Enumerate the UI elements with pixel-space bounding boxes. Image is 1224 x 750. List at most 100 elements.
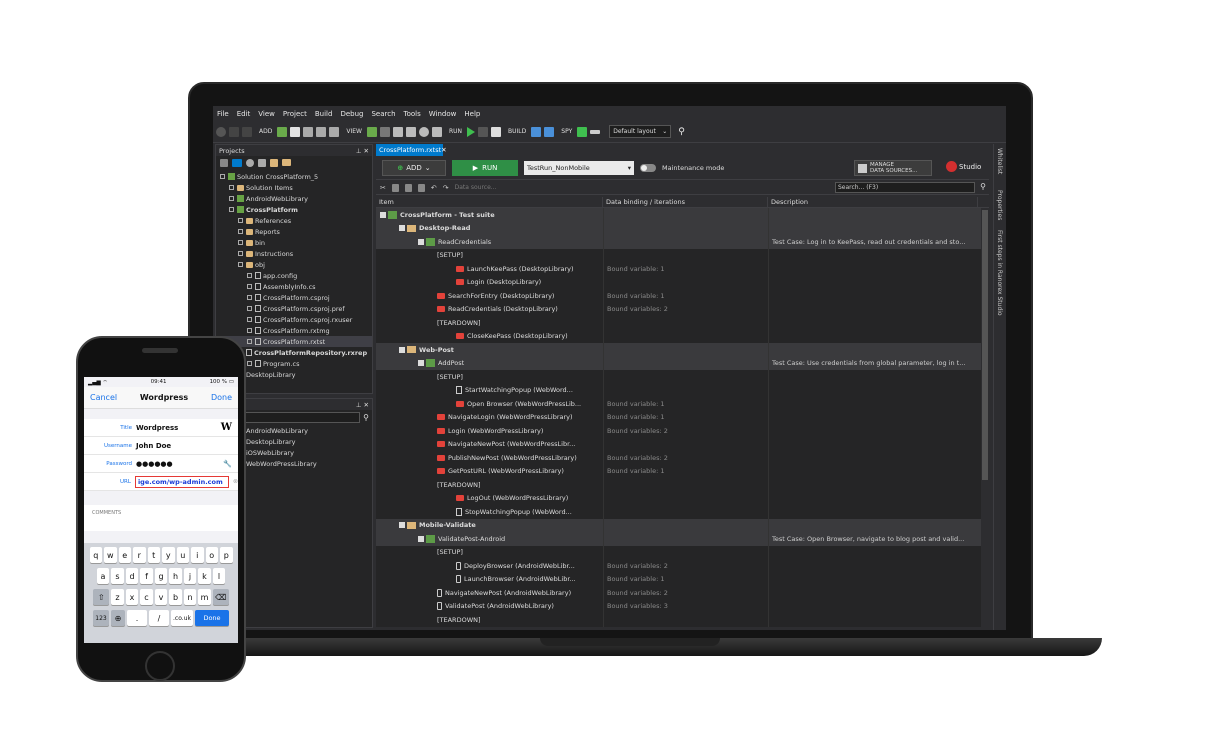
table-row[interactable]: ValidatePost-Android Test Case: Open Brow… — [376, 532, 989, 546]
table-row[interactable]: [SETUP] — [376, 248, 989, 262]
table-row[interactable]: SearchForEntry (DesktopLibrary) Bound var… — [376, 289, 989, 303]
menu-item-build[interactable]: Build — [311, 110, 337, 118]
manage-data-sources-button[interactable]: MANAGE DATA SOURCES... — [854, 160, 932, 176]
search-icon[interactable]: ⚲ — [980, 182, 986, 191]
shield-icon[interactable] — [418, 126, 429, 137]
expand-icon[interactable] — [229, 185, 234, 190]
suite-search-input[interactable]: Search... (F3) — [835, 182, 975, 193]
title-field[interactable]: Wordpress — [136, 424, 221, 432]
key-b[interactable]: b — [169, 589, 182, 605]
expand-icon[interactable] — [247, 273, 252, 278]
project-tree-item[interactable]: AndroidWebLibrary — [216, 193, 372, 204]
key-i[interactable]: i — [191, 547, 204, 563]
key-q[interactable]: q — [89, 547, 102, 563]
project-tree-item[interactable]: References — [216, 215, 372, 226]
key-f[interactable]: f — [140, 568, 153, 584]
data-source-button[interactable]: Data source... — [455, 184, 497, 191]
url-field[interactable]: ige.com/wp-admin.com — [134, 475, 229, 488]
expand-icon[interactable] — [229, 196, 234, 201]
table-row[interactable]: DeployBrowser (AndroidWebLibr... Bound va… — [376, 559, 989, 573]
side-tab-whitelist[interactable]: Whitelist — [996, 148, 1003, 174]
collapse-icon[interactable] — [220, 158, 228, 167]
key-n[interactable]: n — [183, 589, 197, 605]
table-row[interactable]: Open Browser (WebWordPressLib... Bound va… — [376, 397, 989, 411]
column-header-binding[interactable]: Data binding / iterations — [603, 197, 768, 207]
close-icon[interactable]: ✕ — [441, 146, 446, 154]
add-item-icon[interactable] — [316, 126, 327, 137]
key-s[interactable]: s — [111, 568, 124, 584]
view-options-icon[interactable] — [379, 126, 390, 137]
cut-icon[interactable]: ✂ — [380, 184, 386, 192]
table-row[interactable]: [TEARDOWN] — [376, 613, 989, 627]
username-field[interactable]: John Doe — [136, 442, 238, 450]
add-file-icon[interactable] — [303, 126, 314, 137]
tab-crossplatform-rxtst[interactable]: CrossPlatform.rxtst ✕ — [376, 144, 447, 156]
menu-item-window[interactable]: Window — [425, 110, 461, 118]
add-recording-icon[interactable] — [290, 126, 301, 137]
project-tree-item[interactable]: CrossPlatform.rxtmg — [216, 325, 372, 336]
table-row[interactable]: LogOut (WebWordPressLibrary) — [376, 491, 989, 505]
key-d[interactable]: d — [125, 568, 139, 584]
layout-icon[interactable] — [590, 129, 601, 134]
checkbox[interactable] — [399, 346, 405, 353]
expand-icon[interactable] — [247, 317, 252, 322]
table-row[interactable]: LaunchBrowser (AndroidWebLibr... Bound va… — [376, 572, 989, 586]
checkbox[interactable] — [418, 360, 424, 367]
table-row[interactable]: AddPost Test Case: Use credentials from g… — [376, 356, 989, 370]
key-y[interactable]: y — [162, 547, 175, 563]
key-k[interactable]: k — [198, 568, 211, 584]
grid-scrollbar[interactable] — [981, 208, 989, 627]
expand-icon[interactable] — [238, 218, 243, 223]
key-v[interactable]: v — [154, 589, 168, 605]
expand-icon[interactable] — [247, 306, 252, 311]
pin-close-icon[interactable]: ⊥ ✕ — [356, 401, 369, 409]
build-all-icon[interactable] — [544, 126, 555, 137]
stop-icon[interactable] — [478, 126, 489, 137]
project-tree-item[interactable]: obj — [216, 259, 372, 270]
checkbox[interactable] — [418, 238, 424, 245]
done-button[interactable]: Done — [211, 393, 232, 402]
maintenance-toggle[interactable] — [640, 163, 656, 172]
project-tree-item[interactable]: Reports — [216, 226, 372, 237]
table-row[interactable]: StopWatchingPopup (WebWord... — [376, 505, 989, 519]
comments-section[interactable]: COMMENTS — [84, 505, 238, 531]
browser-item[interactable]: iOSWebLibrary — [246, 447, 372, 458]
expand-icon[interactable] — [238, 229, 243, 234]
couk-key[interactable]: .co.uk — [171, 610, 193, 626]
checkbox[interactable] — [399, 225, 405, 232]
column-header-description[interactable]: Description — [768, 197, 978, 207]
menu-item-tools[interactable]: Tools — [400, 110, 425, 118]
spy-icon[interactable] — [577, 126, 588, 137]
search-icon[interactable]: ⚲ — [678, 127, 685, 137]
key-r[interactable]: r — [133, 547, 146, 563]
project-tree-item[interactable]: Solution Items — [216, 182, 372, 193]
table-row[interactable]: [TEARDOWN] — [376, 316, 989, 330]
key-u[interactable]: u — [176, 547, 189, 563]
table-row[interactable]: NavigateLogin (WebWordPressLibrary) Bound… — [376, 410, 989, 424]
table-row[interactable]: [SETUP] — [376, 370, 989, 384]
key-t[interactable]: t — [147, 547, 160, 563]
add-button[interactable]: ⊕ ADD ⌄ — [382, 159, 446, 176]
key-z[interactable]: z — [111, 589, 124, 605]
save-icon[interactable] — [229, 126, 239, 137]
project-tree-item[interactable]: CrossPlatform.csproj — [216, 292, 372, 303]
back-icon[interactable] — [216, 126, 226, 137]
view-folder-icon[interactable] — [366, 126, 377, 137]
view-extra-icon[interactable] — [431, 126, 442, 137]
key-e[interactable]: e — [118, 547, 131, 563]
table-row[interactable]: Login (DesktopLibrary) — [376, 275, 989, 289]
menu-item-help[interactable]: Help — [460, 110, 484, 118]
table-row[interactable]: ReadCredentials Test Case: Log in to KeeP… — [376, 235, 989, 249]
view-doc-icon[interactable] — [392, 126, 403, 137]
home-button[interactable] — [145, 651, 175, 681]
password-field[interactable]: ●●●●●● — [136, 460, 223, 468]
add-icon[interactable] — [270, 158, 278, 167]
side-tab-properties[interactable]: Properties — [996, 190, 1003, 220]
table-row[interactable]: [TEARDOWN] — [376, 478, 989, 492]
browser-item[interactable]: WebWordPressLibrary — [246, 458, 372, 469]
layout-select[interactable]: Default layout ⌄ — [609, 125, 672, 138]
table-row[interactable]: ReadCredentials (DesktopLibrary) Bound va… — [376, 302, 989, 316]
key-j[interactable]: j — [183, 568, 197, 584]
delete-icon[interactable] — [417, 183, 425, 192]
expand-icon[interactable] — [238, 251, 243, 256]
